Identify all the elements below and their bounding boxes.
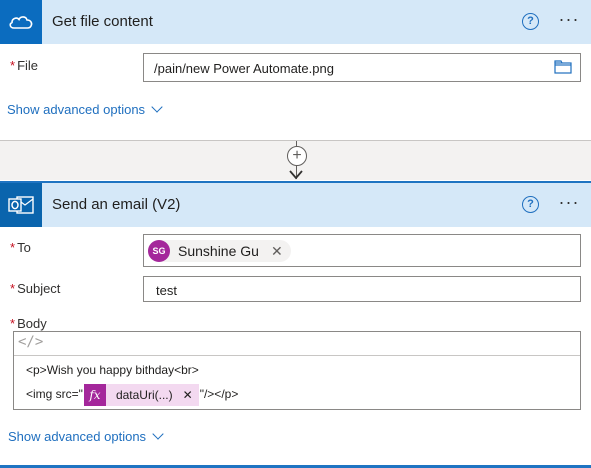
- get-file-content-card: Get file content ? ··· * File /pain/new P…: [0, 0, 591, 140]
- chevron-down-icon: [151, 101, 163, 113]
- recipient-name: Sunshine Gu: [178, 243, 259, 259]
- show-advanced-options-link[interactable]: Show advanced options: [7, 101, 163, 117]
- editor-toolbar: </>: [14, 332, 580, 356]
- more-options-icon[interactable]: ···: [557, 10, 581, 30]
- more-options-icon[interactable]: ···: [557, 193, 581, 213]
- required-marker: *: [10, 240, 16, 255]
- help-icon[interactable]: ?: [522, 13, 539, 30]
- folder-icon[interactable]: [554, 60, 572, 77]
- file-label: * File: [10, 58, 39, 73]
- subject-field[interactable]: test: [143, 276, 581, 302]
- body-line-1: <p>Wish you happy bithday<br>: [26, 363, 199, 377]
- help-icon[interactable]: ?: [522, 196, 539, 213]
- body-editor[interactable]: </> <p>Wish you happy bithday<br> <img s…: [13, 331, 581, 410]
- action-title: Get file content: [52, 13, 153, 30]
- required-marker: *: [10, 281, 16, 296]
- subject-label: * Subject: [10, 281, 61, 296]
- onedrive-logo-icon: [0, 0, 42, 44]
- file-field[interactable]: /pain/new Power Automate.png: [143, 53, 581, 82]
- send-email-header[interactable]: Send an email (V2) ? ···: [0, 181, 591, 227]
- expression-name: dataUri(...): [115, 388, 173, 402]
- chevron-down-icon: [152, 428, 164, 440]
- show-advanced-options-link[interactable]: Show advanced options: [8, 428, 164, 444]
- body-line-2-suffix: "/></p>: [199, 387, 239, 402]
- body-label: * Body: [10, 316, 47, 331]
- file-path-value: /pain/new Power Automate.png: [154, 61, 334, 76]
- get-file-content-header[interactable]: Get file content ? ···: [0, 0, 591, 44]
- insert-step-button[interactable]: +: [287, 146, 307, 166]
- action-title: Send an email (V2): [52, 196, 181, 213]
- subject-value: test: [156, 283, 177, 298]
- required-marker: *: [10, 316, 16, 331]
- remove-expression-icon[interactable]: ✕: [183, 388, 193, 402]
- dynamic-expression-token[interactable]: fx dataUri(...) ✕: [83, 384, 199, 406]
- remove-recipient-icon[interactable]: ✕: [271, 243, 283, 260]
- required-marker: *: [10, 58, 16, 73]
- body-line-2: <img src=" fx dataUri(...) ✕ "/></p>: [26, 384, 238, 406]
- outlook-logo-icon: [0, 183, 42, 227]
- body-line-2-prefix: <img src=": [26, 387, 83, 402]
- code-view-icon[interactable]: </>: [18, 334, 43, 350]
- to-label: * To: [10, 240, 31, 255]
- avatar: SG: [148, 240, 170, 262]
- fx-icon: fx: [83, 384, 106, 406]
- arrow-down-icon: [289, 170, 303, 180]
- recipient-token[interactable]: SG Sunshine Gu ✕: [148, 240, 291, 262]
